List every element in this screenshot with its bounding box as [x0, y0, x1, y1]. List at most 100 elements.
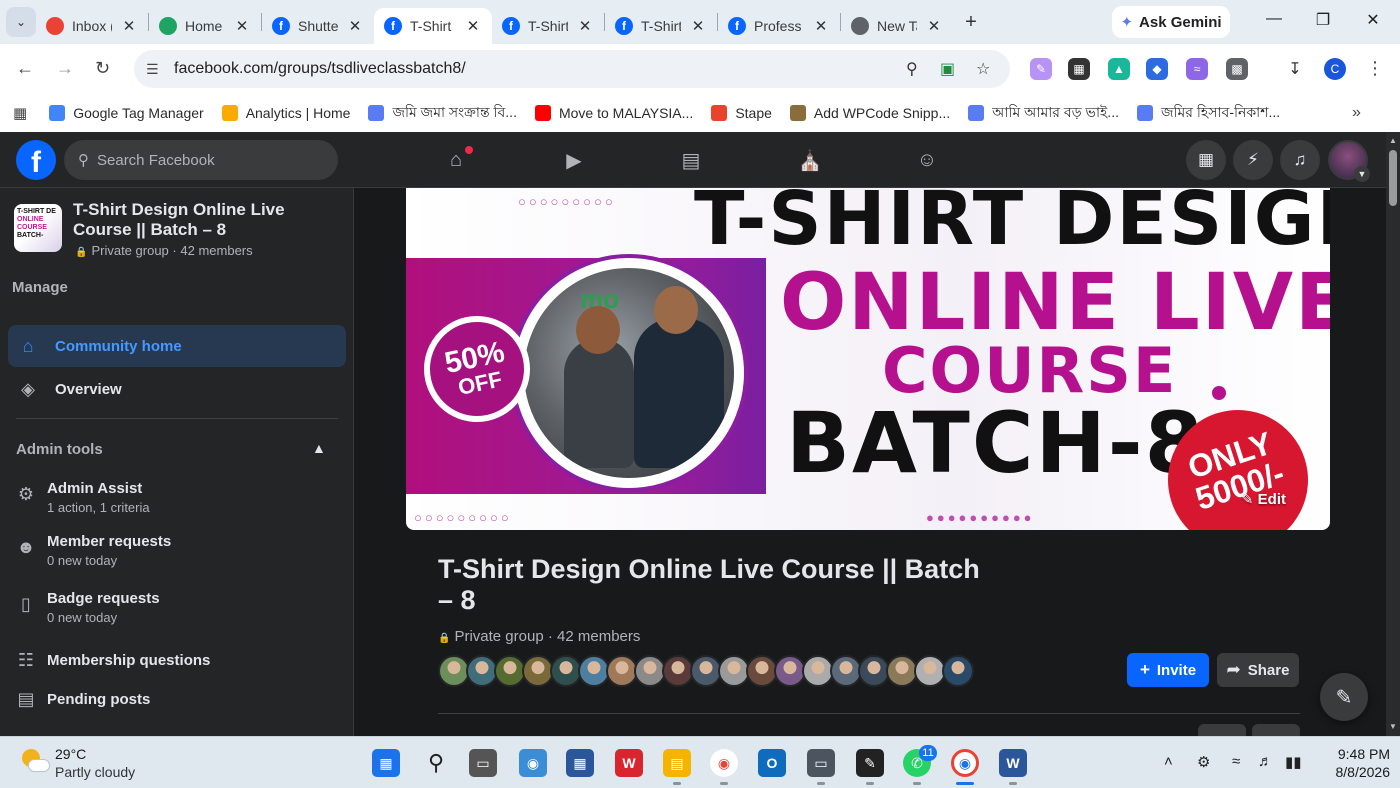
sidebar-item-community-home[interactable]: ⌂ Community home [8, 325, 346, 367]
scroll-thumb[interactable] [1389, 150, 1397, 206]
file-explorer-icon[interactable]: ▤ [663, 749, 691, 777]
member-avatar[interactable] [942, 655, 974, 687]
minimize-button[interactable]: — [1251, 10, 1297, 28]
nav-groups-icon[interactable]: ▤ [677, 146, 705, 174]
tray-sync-icon[interactable]: ⚙ [1197, 753, 1210, 771]
extension-broadcast-icon[interactable]: ≈ [1186, 58, 1208, 80]
ask-gemini-button[interactable]: ✦ Ask Gemini [1112, 6, 1230, 38]
close-window-button[interactable]: ✕ [1350, 10, 1396, 30]
chrome-icon[interactable]: ◉ [710, 749, 738, 777]
install-app-icon[interactable]: ▣ [940, 59, 955, 79]
browser-tab[interactable]: New Ta ✕ [841, 8, 953, 44]
bookmark-item[interactable]: Stape [711, 105, 772, 121]
bookmark-item[interactable]: জমি জমা সংক্রান্ত বি... [368, 101, 517, 125]
bookmark-item[interactable]: আমি আমার বড় ভাই... [968, 101, 1119, 125]
account-avatar[interactable]: ▼ [1328, 140, 1370, 182]
omnibox[interactable]: ☰ facebook.com/groups/tsdliveclassbatch8… [134, 50, 1010, 88]
extension-screen-icon[interactable]: ▦ [1068, 58, 1090, 80]
store-icon[interactable]: ▦ [566, 749, 594, 777]
bookmark-item[interactable]: Add WPCode Snipp... [789, 105, 950, 121]
extension-pen-icon[interactable]: ✎ [1030, 58, 1052, 80]
close-icon[interactable]: ✕ [689, 17, 707, 35]
browser-tab[interactable]: Inbox (1 ✕ [36, 8, 148, 44]
sidebar-item-overview[interactable]: ◈ Overview [8, 368, 346, 410]
chrome-profile-icon[interactable]: ◉ [951, 749, 979, 777]
weather-temperature[interactable]: 29°C [55, 746, 86, 762]
browser-tab[interactable]: Home ✕ [149, 8, 261, 44]
group-tab-button[interactable] [1198, 724, 1246, 736]
close-icon[interactable]: ✕ [812, 17, 830, 35]
close-icon[interactable]: ✕ [464, 17, 482, 35]
wifi-icon[interactable]: ≈ [1232, 753, 1240, 770]
new-tab-button[interactable]: + [953, 11, 989, 34]
tray-chevron-up-icon[interactable]: ˄ [1164, 753, 1173, 770]
browser-tab[interactable]: f Shutter ✕ [262, 8, 374, 44]
apps-grid-icon[interactable]: ▦ [13, 104, 27, 122]
close-icon[interactable]: ✕ [346, 17, 364, 35]
member-count[interactable]: 42 members [557, 628, 640, 645]
taskbar-search-icon[interactable]: ⚲ [422, 749, 450, 777]
bookmark-item[interactable]: Google Tag Manager [49, 105, 204, 121]
outlook-icon[interactable]: O [758, 749, 786, 777]
bookmark-star-icon[interactable]: ☆ [976, 59, 990, 79]
profile-avatar[interactable]: C [1324, 58, 1346, 80]
bookmark-item[interactable]: জমির হিসাব-নিকাশ... [1136, 101, 1280, 125]
search-facebook-input[interactable]: ⚲ Search Facebook [64, 140, 338, 180]
app-window-icon[interactable]: ▭ [807, 749, 835, 777]
privacy-label[interactable]: Private group [454, 628, 543, 645]
microsoft-365-icon[interactable]: ◉ [519, 749, 547, 777]
battery-icon[interactable]: ▮▮ [1285, 753, 1302, 771]
invite-button[interactable]: + Invite [1127, 653, 1209, 687]
browser-tab[interactable]: f T-Shirt ✕ [605, 8, 717, 44]
extension-green-icon[interactable]: ▲ [1108, 58, 1130, 80]
extensions-puzzle-icon[interactable]: ▩ [1226, 58, 1248, 80]
scroll-down-arrow[interactable]: ▼ [1386, 722, 1400, 731]
page-scrollbar[interactable]: ▲ ▼ [1386, 132, 1400, 736]
weather-description[interactable]: Partly cloudy [55, 764, 135, 780]
share-button[interactable]: ➦ Share [1217, 653, 1299, 687]
scroll-up-arrow[interactable]: ▲ [1386, 136, 1400, 145]
clock-date[interactable]: 8/8/2026 [1320, 764, 1391, 780]
chevron-up-icon[interactable]: ▲ [312, 440, 326, 456]
restore-button[interactable]: ❐ [1300, 10, 1346, 30]
word-icon[interactable]: W [999, 749, 1027, 777]
close-icon[interactable]: ✕ [925, 17, 943, 35]
browser-tab[interactable]: f T-Shirt ✕ [492, 8, 604, 44]
tab-search-button[interactable]: ⌄ [6, 7, 36, 37]
back-arrow-icon[interactable]: ← [16, 58, 34, 79]
menu-grid-icon[interactable]: ▦ [1186, 140, 1226, 180]
nav-friends-icon[interactable]: ☺ [913, 146, 941, 174]
facebook-logo[interactable]: f [16, 140, 56, 180]
forward-arrow-icon[interactable]: → [56, 58, 74, 79]
close-icon[interactable]: ✕ [576, 17, 594, 35]
more-bookmarks-icon[interactable]: » [1352, 104, 1361, 122]
notifications-bell-icon[interactable]: ♫ [1280, 140, 1320, 180]
nav-video-icon[interactable]: ▶ [560, 146, 588, 174]
weather-icon[interactable] [22, 749, 50, 775]
wps-office-icon[interactable]: W [615, 749, 643, 777]
close-icon[interactable]: ✕ [120, 17, 138, 35]
edit-cover-button[interactable]: ✎ Edit [1241, 490, 1286, 508]
bookmark-item[interactable]: Analytics | Home [221, 105, 350, 121]
nav-marketplace-icon[interactable]: ⛪ [796, 146, 824, 174]
new-message-compose-icon[interactable]: ✎ [1320, 673, 1368, 721]
messenger-icon[interactable]: ⚡ [1233, 140, 1273, 180]
start-windows-icon[interactable]: ▦ [372, 749, 400, 777]
download-icon[interactable]: ↧ [1284, 58, 1306, 80]
browser-tab[interactable]: f Profess ✕ [718, 8, 840, 44]
site-info-icon[interactable]: ☰ [146, 61, 162, 78]
zoom-icon[interactable]: ⚲ [906, 59, 918, 79]
browser-tab[interactable]: f T-Shirt ✕ [374, 8, 492, 44]
task-view-icon[interactable]: ▭ [469, 749, 497, 777]
close-icon[interactable]: ✕ [233, 17, 251, 35]
browser-menu-icon[interactable]: ⋮ [1366, 58, 1384, 79]
volume-icon[interactable]: ♬ [1258, 753, 1273, 770]
reload-icon[interactable]: ↻ [95, 58, 110, 79]
sidebar-group-title[interactable]: T-Shirt Design Online Live Course || Bat… [73, 200, 347, 240]
clock-time[interactable]: 9:48 PM [1320, 746, 1390, 762]
sticky-notes-icon[interactable]: ✎ [856, 749, 884, 777]
group-tab-button[interactable] [1252, 724, 1300, 736]
group-thumbnail[interactable]: T-SHIRT DE ONLINE COURSE BATCH- [14, 204, 62, 252]
extension-tag-icon[interactable]: ◆ [1146, 58, 1168, 80]
bookmark-item[interactable]: Move to MALAYSIA... [534, 105, 693, 121]
